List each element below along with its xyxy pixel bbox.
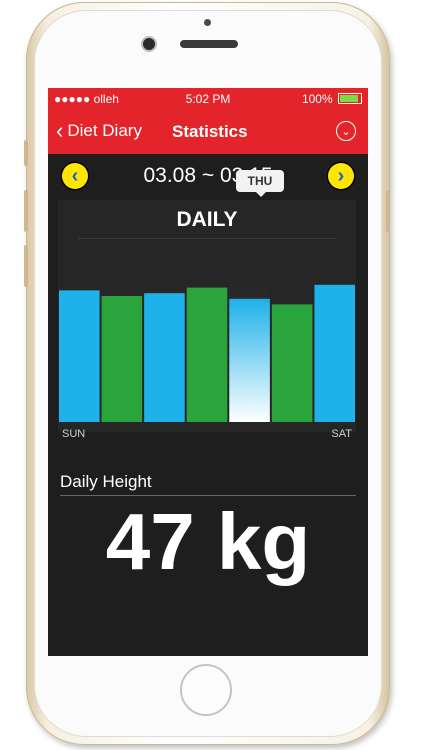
battery-indicator: 100% (302, 92, 362, 106)
back-label: Diet Diary (67, 121, 142, 140)
bar-sun[interactable] (59, 290, 100, 422)
back-button[interactable]: ‹ Diet Diary (56, 118, 142, 143)
navigation-bar: ‹ Diet Diary Statistics ⌄ (48, 108, 368, 154)
bar-fri[interactable] (271, 304, 313, 422)
summary-value: 47 kg (105, 497, 311, 586)
proximity-sensor (204, 19, 211, 26)
home-button[interactable] (180, 664, 232, 716)
bar-mon[interactable] (101, 296, 143, 422)
daily-chart: DAILY SUN SAT (58, 200, 356, 440)
date-navigator: ‹ 03.08 ~ 03.15 › (48, 154, 368, 198)
summary-label: Daily Height (60, 472, 152, 491)
earpiece-speaker (180, 40, 238, 48)
bar-wed[interactable] (186, 287, 228, 422)
chevron-left-icon: ‹ (56, 118, 64, 143)
mute-switch (24, 140, 28, 166)
date-range: 03.08 ~ 03.15 (143, 164, 273, 187)
chevron-down-circle-icon[interactable]: ⌄ (336, 121, 356, 141)
bar-chart (59, 280, 355, 422)
next-week-button[interactable]: › (326, 161, 356, 191)
bar-tue[interactable] (144, 293, 185, 422)
bar-sat[interactable] (314, 284, 355, 422)
battery-icon (338, 93, 362, 104)
page-title: Statistics (172, 122, 248, 141)
battery-percent: 100% (301, 92, 333, 106)
front-camera-icon (143, 38, 155, 50)
volume-up-button (24, 190, 28, 232)
selected-day-tooltip: THU (236, 170, 284, 197)
x-axis-label-start: SUN (62, 428, 86, 440)
bar-thu[interactable] (229, 298, 270, 422)
volume-down-button (24, 245, 28, 287)
arrow-right-icon: › (337, 164, 345, 187)
status-bar: ●●●●● olleh 5:02 PM 100% (48, 88, 368, 108)
app-screen: ●●●●● olleh 5:02 PM 100% ‹ Diet Diary St… (48, 88, 368, 656)
x-axis-label-end: SAT (331, 428, 352, 440)
power-button (386, 190, 390, 232)
